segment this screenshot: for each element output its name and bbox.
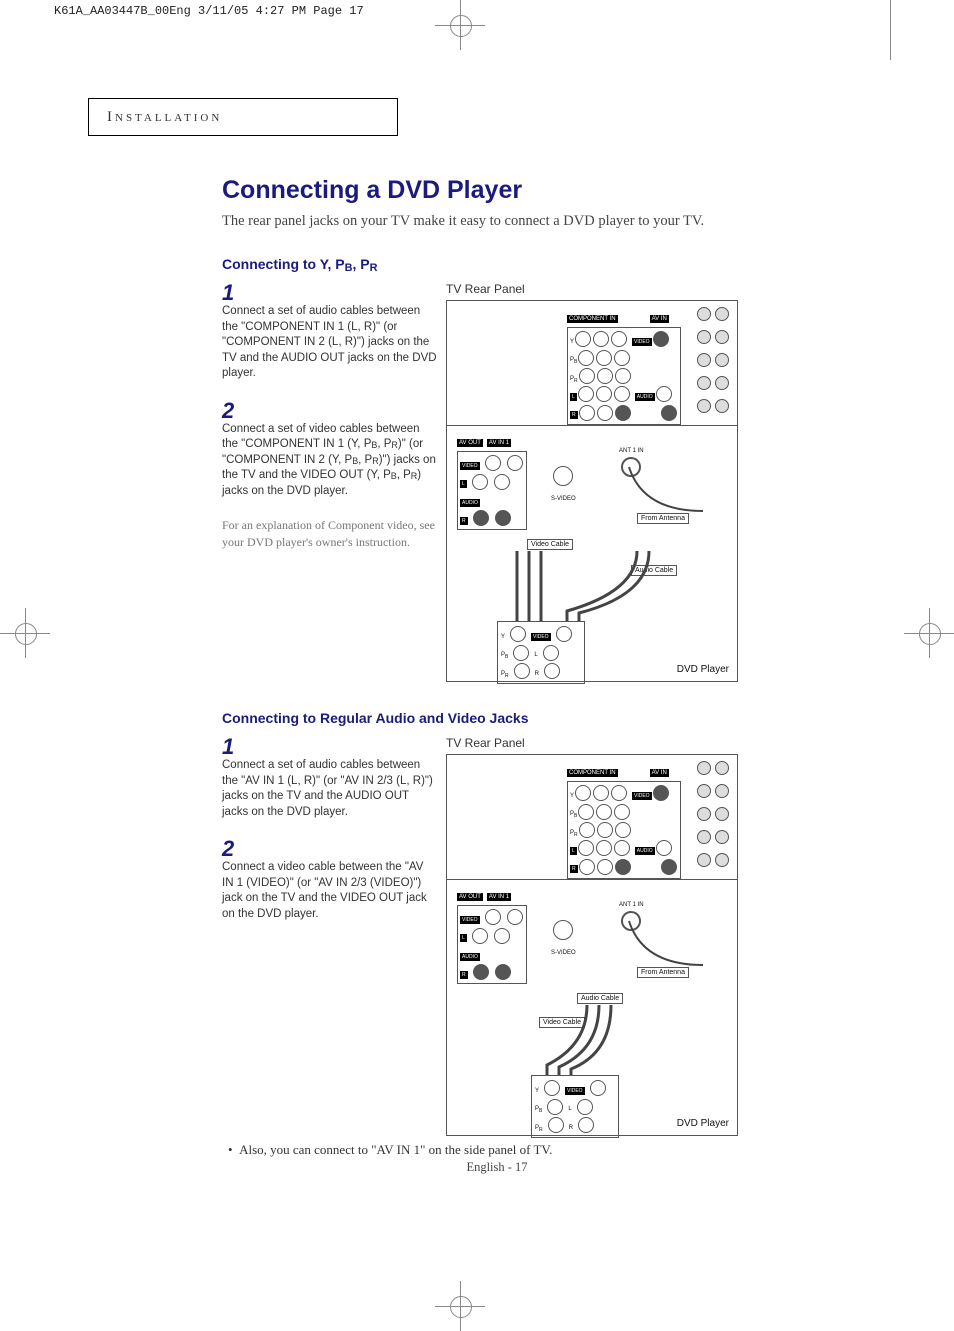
label-svideo: S-VIDEO — [551, 496, 576, 502]
label-av-in-2: AV IN — [650, 769, 669, 777]
page-title: Connecting a DVD Player — [222, 176, 772, 205]
registration-mark-bottom-circle — [450, 1296, 472, 1318]
section-header-box: Installation — [88, 98, 398, 136]
section-label: Installation — [107, 109, 222, 126]
label-av-in1: AV IN 1 — [487, 439, 511, 447]
antenna-cable-icon — [623, 461, 723, 521]
page-footer: English - 17 — [222, 1160, 772, 1175]
label-component-in: COMPONENT IN — [567, 315, 618, 323]
sec1-diagram: COMPONENT IN AV IN Y VIDEO PB PR L AUDIO… — [446, 300, 738, 682]
sec1-step1-text: Connect a set of audio cables between th… — [222, 304, 438, 382]
sec1-step1-number: 1 — [222, 282, 438, 304]
sec1-step2-text: Connect a set of video cables between th… — [222, 422, 438, 500]
sec2-step2-text: Connect a video cable between the "AV IN… — [222, 860, 438, 922]
sec2-diagram-label: TV Rear Panel — [446, 736, 746, 750]
label-dvd-player-2: DVD Player — [677, 1118, 729, 1129]
antenna-cable-icon-2 — [623, 915, 723, 975]
label-av-out-2: AV OUT — [457, 893, 483, 901]
trim-line-right — [890, 0, 891, 60]
sec2-step1-number: 1 — [222, 736, 438, 758]
label-from-antenna-2: From Antenna — [637, 967, 689, 978]
label-audio-cable-2: Audio Cable — [577, 993, 623, 1004]
label-from-antenna: From Antenna — [637, 513, 689, 524]
sec2-step1-text: Connect a set of audio cables between th… — [222, 758, 438, 820]
label-video-cable: Video Cable — [527, 539, 573, 550]
section2-heading: Connecting to Regular Audio and Video Ja… — [222, 710, 772, 726]
sec1-note: For an explanation of Component video, s… — [222, 517, 438, 551]
label-svideo-2: S-VIDEO — [551, 950, 576, 956]
sec2-step2-number: 2 — [222, 838, 438, 860]
registration-mark-top-circle — [450, 15, 472, 37]
label-ant1-2: ANT 1 IN — [619, 902, 644, 908]
sec1-diagram-label: TV Rear Panel — [446, 282, 746, 296]
label-component-in-2: COMPONENT IN — [567, 769, 618, 777]
sec1-step2-number: 2 — [222, 400, 438, 422]
label-av-in: AV IN — [650, 315, 669, 323]
intro-text: The rear panel jacks on your TV make it … — [222, 213, 772, 230]
cable-bundle-icon-2 — [507, 1005, 687, 1085]
label-av-in1-2: AV IN 1 — [487, 893, 511, 901]
section1-heading: Connecting to Y, PB, PR Connecting to Y,… — [222, 256, 772, 272]
label-av-out: AV OUT — [457, 439, 483, 447]
sec2-diagram: COMPONENT IN AV IN Y VIDEO PB PR L AUDIO… — [446, 754, 738, 1136]
label-ant1: ANT 1 IN — [619, 448, 644, 454]
label-dvd-player: DVD Player — [677, 664, 729, 675]
cable-bundle-icon — [507, 551, 687, 631]
print-header: K61A_AA03447B_00Eng 3/11/05 4:27 PM Page… — [54, 4, 364, 18]
registration-mark-right-circle — [919, 623, 941, 645]
registration-mark-left-circle — [15, 623, 37, 645]
bullet-note: • Also, you can connect to "AV IN 1" on … — [228, 1142, 772, 1158]
